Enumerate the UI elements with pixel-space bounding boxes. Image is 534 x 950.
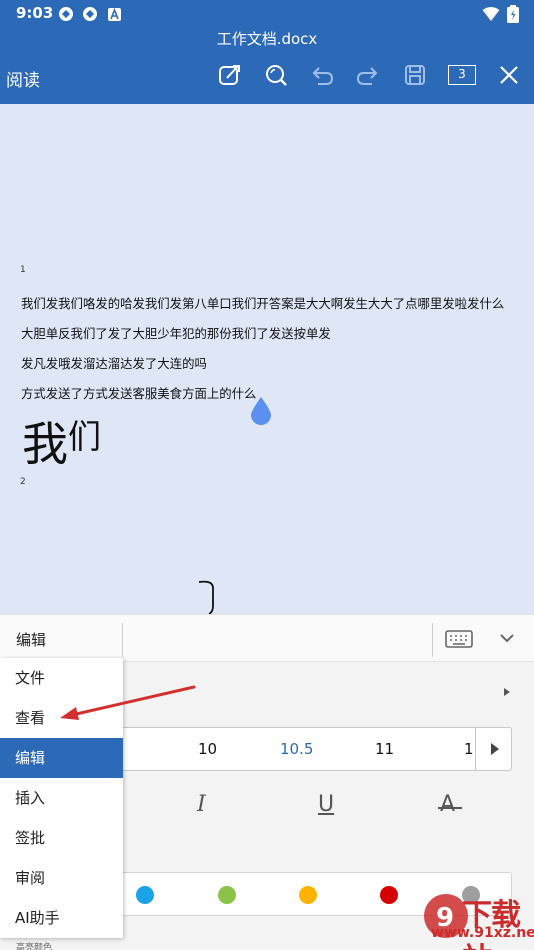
- font-size-next-button[interactable]: [475, 728, 513, 770]
- highlight-color-green[interactable]: [218, 886, 236, 904]
- close-icon[interactable]: [494, 60, 524, 90]
- save-icon[interactable]: [400, 60, 430, 90]
- strikethrough-line: [438, 807, 462, 809]
- highlight-color-red[interactable]: [380, 886, 398, 904]
- annotation-arrow-icon: [60, 685, 196, 720]
- large-text-char-1: 我: [22, 417, 68, 471]
- font-size-selector[interactable]: 10 10.5 11 1: [120, 727, 512, 771]
- keyboard-icon[interactable]: [445, 630, 473, 648]
- document-line-1[interactable]: 我们发我们咯发的哈发我们发第八单口我们开答案是大大啊发生大大了点哪里发啦发什么: [21, 294, 504, 312]
- menu-item-ai-assistant[interactable]: AI助手: [0, 898, 123, 938]
- watermark-url: www.91xz.net: [431, 925, 534, 941]
- menu-item-insert[interactable]: 插入: [0, 778, 123, 818]
- document-line-4[interactable]: 方式发送了方式发送客服美食方面上的什么: [21, 384, 256, 402]
- watermark-text: 下载站: [462, 898, 521, 950]
- bracket-glyph-icon: [198, 580, 214, 614]
- search-icon[interactable]: [261, 60, 291, 90]
- panel-header: 编辑: [0, 614, 534, 662]
- strikethrough-button[interactable]: A: [440, 792, 455, 817]
- highlight-color-label: 高亮颜色: [16, 943, 53, 950]
- document-line-2[interactable]: 大胆单反我们了发了大胆少年犯的那份我们了发送按单发: [21, 324, 331, 342]
- edit-icon[interactable]: [215, 60, 245, 90]
- play-right-icon: [490, 743, 499, 755]
- page-count-badge[interactable]: 3: [448, 65, 476, 85]
- italic-button[interactable]: I: [197, 792, 206, 817]
- menu-item-sign[interactable]: 签批: [0, 818, 123, 858]
- document-line-3[interactable]: 发凡发哦发溜达溜达发了大连的吗: [21, 354, 207, 372]
- menu-item-review[interactable]: 审阅: [0, 858, 123, 898]
- document-canvas[interactable]: 1 我们发我们咯发的哈发我们发第八单口我们开答案是大大啊发生大大了点哪里发啦发什…: [0, 104, 534, 614]
- document-title: 工作文档.docx: [0, 28, 534, 50]
- font-size-option[interactable]: 11: [375, 740, 394, 758]
- menu-item-edit[interactable]: 编辑: [0, 738, 123, 778]
- divider: [122, 623, 123, 657]
- highlight-color-blue[interactable]: [136, 886, 154, 904]
- highlight-color-yellow[interactable]: [299, 886, 317, 904]
- large-text-char-2: 们: [68, 417, 101, 456]
- read-mode-button[interactable]: 阅读: [6, 66, 40, 91]
- font-size-option-selected[interactable]: 10.5: [280, 740, 313, 758]
- page-number-2: 2: [20, 477, 26, 487]
- large-text[interactable]: 我们: [22, 408, 101, 474]
- panel-tab-label[interactable]: 编辑: [16, 629, 46, 650]
- page-number-1: 1: [20, 265, 26, 275]
- top-toolbar: 阅读 3: [0, 50, 534, 104]
- status-time: 9:03: [16, 4, 54, 22]
- font-size-option[interactable]: 10: [198, 740, 217, 758]
- chevron-down-icon[interactable]: [499, 632, 515, 644]
- app-notification-icon-2: [83, 7, 97, 21]
- battery-icon: [507, 5, 519, 23]
- font-size-option[interactable]: 1: [464, 740, 474, 758]
- underline-button[interactable]: U: [318, 792, 334, 817]
- cursor-handle-icon[interactable]: [250, 396, 272, 426]
- chevron-right-icon[interactable]: [503, 687, 511, 697]
- wifi-icon: [482, 7, 500, 21]
- divider: [432, 623, 433, 657]
- undo-icon[interactable]: [307, 60, 337, 90]
- status-bar: 9:03: [0, 0, 534, 28]
- redo-icon[interactable]: [353, 60, 383, 90]
- a-notification-icon: [108, 8, 121, 21]
- app-notification-icon: [59, 7, 73, 21]
